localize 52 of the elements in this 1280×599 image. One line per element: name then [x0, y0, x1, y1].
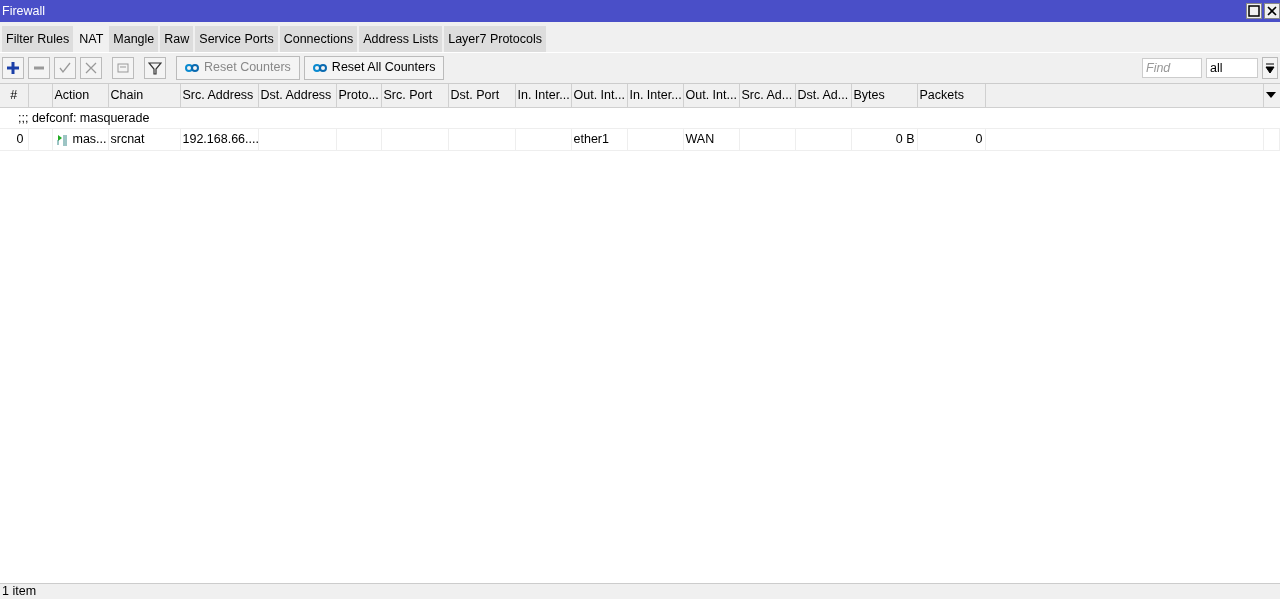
table-cell: 0 — [0, 128, 28, 151]
column-header[interactable]: In. Inter... — [515, 83, 571, 107]
table-cell: ether1 — [571, 128, 627, 151]
reset-icon — [312, 62, 327, 73]
column-header[interactable]: Src. Ad... — [739, 83, 795, 107]
reset-icon — [185, 62, 199, 73]
table-cell: 192.168.66.... — [180, 128, 258, 151]
filter-icon — [148, 60, 162, 75]
column-header[interactable]: Chain — [108, 83, 180, 107]
table-cell: 0 B — [851, 128, 917, 151]
column-header[interactable]: Out. Int... — [683, 83, 739, 107]
column-header[interactable]: Out. Int... — [571, 83, 627, 107]
column-header[interactable]: Src. Address — [180, 83, 258, 107]
tab[interactable]: Connections — [279, 26, 358, 52]
table-cell: mas... — [72, 132, 107, 147]
tab[interactable]: Address Lists — [359, 26, 443, 52]
tab[interactable]: Mangle — [109, 26, 159, 52]
maximize-button[interactable] — [1246, 3, 1262, 19]
reset-button[interactable]: Reset All Counters — [303, 55, 445, 80]
table-cell: WAN — [683, 128, 739, 151]
column-header[interactable]: In. Inter... — [627, 83, 683, 107]
tab[interactable]: Raw — [160, 26, 194, 52]
action-icon — [56, 133, 67, 146]
column-header[interactable]: Proto... — [336, 83, 381, 107]
column-header[interactable]: # — [0, 83, 28, 107]
scope-field[interactable]: all — [1206, 57, 1258, 78]
tab[interactable]: Service Ports — [195, 26, 278, 52]
column-header[interactable]: Dst. Port — [448, 83, 515, 107]
column-header[interactable]: Bytes — [851, 83, 917, 107]
column-header[interactable]: Packets — [917, 83, 985, 107]
tab[interactable]: Layer7 Protocols — [444, 26, 546, 52]
tab[interactable]: Filter Rules — [2, 26, 74, 52]
filter-button[interactable] — [144, 56, 166, 79]
table-cell: srcnat — [108, 128, 180, 151]
cross-icon — [84, 60, 98, 75]
column-header[interactable]: Dst. Ad... — [795, 83, 851, 107]
caret-icon[interactable] — [1266, 91, 1276, 100]
close-button[interactable] — [1264, 3, 1280, 19]
column-header[interactable]: Src. Port — [381, 83, 448, 107]
dropdown-button[interactable] — [1262, 56, 1278, 79]
check-icon — [58, 60, 72, 75]
column-header[interactable]: Action — [52, 83, 108, 107]
dropdown-icon — [1265, 61, 1275, 74]
add-icon — [6, 60, 20, 75]
find-field[interactable]: Find — [1142, 57, 1202, 78]
table-cell: 0 — [917, 128, 985, 151]
column-header[interactable]: Dst. Address — [258, 83, 336, 107]
add-button[interactable] — [2, 56, 24, 79]
status-text: 1 item — [2, 584, 37, 598]
note-icon — [116, 60, 130, 75]
window-title: Firewall — [2, 2, 47, 20]
comment-text: ;;; defconf: masquerade — [0, 107, 1280, 129]
